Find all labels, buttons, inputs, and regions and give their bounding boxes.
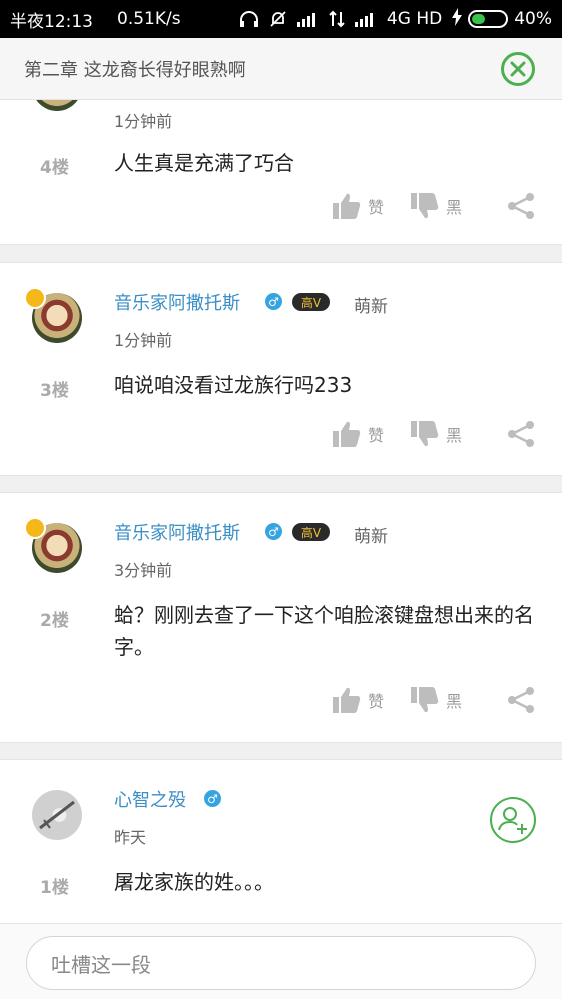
male-icon: ♂ bbox=[265, 523, 282, 540]
share-icon bbox=[508, 687, 534, 713]
add-user-icon bbox=[490, 797, 536, 843]
follow-button[interactable] bbox=[489, 796, 537, 844]
avatar[interactable] bbox=[32, 790, 82, 840]
dislike-label: 黑 bbox=[446, 198, 463, 217]
dislike-label: 黑 bbox=[446, 426, 463, 445]
thumbs-down-icon bbox=[411, 421, 439, 447]
share-icon bbox=[508, 421, 534, 447]
like-label: 赞 bbox=[368, 692, 385, 711]
status-time: 半夜12:13 bbox=[10, 11, 93, 32]
close-button[interactable] bbox=[500, 51, 536, 87]
comment-bar: 吐槽这一段 bbox=[0, 923, 562, 999]
floor-number: 4楼 bbox=[40, 158, 69, 178]
username[interactable]: 音乐家阿撒托斯 bbox=[114, 519, 240, 545]
share-button[interactable] bbox=[506, 686, 536, 718]
battery-percent: 40% bbox=[514, 9, 552, 29]
dislike-button[interactable]: 黑 bbox=[410, 686, 462, 714]
comment-card: 心智之殁 ♂ 昨天 1楼 屠龙家族的姓。。。 bbox=[0, 759, 562, 923]
male-icon: ♂ bbox=[265, 293, 282, 310]
thumbs-down-icon bbox=[411, 193, 439, 219]
floor-number: 1楼 bbox=[40, 878, 69, 898]
dislike-button[interactable]: 黑 bbox=[410, 192, 462, 220]
comment-time: 1分钟前 bbox=[114, 331, 173, 350]
comment-card: 音乐家阿撒托斯 ♂ 高V 萌新 1分钟前 3楼 咱说咱没看过龙族行吗233 赞 … bbox=[0, 262, 562, 476]
comment-card: 1分钟前 4楼 人生真是充满了巧合 赞 黑 bbox=[0, 100, 562, 245]
comment-card: 音乐家阿撒托斯 ♂ 高V 萌新 3分钟前 2楼 蛤？刚刚去查了一下这个咱脸滚键盘… bbox=[0, 492, 562, 743]
share-button[interactable] bbox=[506, 192, 536, 224]
crown-icon bbox=[24, 517, 46, 539]
headphones-icon bbox=[239, 10, 259, 28]
crown-icon bbox=[24, 287, 46, 309]
battery: 40% bbox=[452, 7, 552, 31]
comment-text: 蛤？刚刚去查了一下这个咱脸滚键盘想出来的名字。 bbox=[114, 603, 534, 659]
vip-badge: 高V bbox=[292, 523, 330, 541]
mute-bell-icon bbox=[269, 10, 287, 28]
chapter-title: 第二章 这龙裔长得好眼熟啊 bbox=[24, 59, 246, 81]
user-level: 萌新 bbox=[354, 527, 388, 547]
comment-text: 咱说咱没看过龙族行吗233 bbox=[114, 373, 353, 397]
thumbs-up-icon bbox=[333, 193, 361, 219]
dislike-button[interactable]: 黑 bbox=[410, 420, 462, 448]
title-bar: 第二章 这龙裔长得好眼熟啊 bbox=[0, 38, 562, 100]
vip-badge: 高V bbox=[292, 293, 330, 311]
like-button[interactable]: 赞 bbox=[332, 686, 384, 714]
signal-icon bbox=[296, 11, 319, 27]
floor-number: 2楼 bbox=[40, 611, 69, 631]
like-label: 赞 bbox=[368, 198, 385, 217]
network-type: 4G HD bbox=[386, 9, 443, 29]
floor-number: 3楼 bbox=[40, 381, 69, 401]
like-label: 赞 bbox=[368, 426, 385, 445]
close-icon bbox=[501, 52, 535, 86]
comment-time: 1分钟前 bbox=[114, 112, 173, 131]
avatar[interactable] bbox=[32, 100, 82, 111]
user-level: 萌新 bbox=[354, 297, 388, 317]
comment-feed[interactable]: 1分钟前 4楼 人生真是充满了巧合 赞 黑 音乐家阿撒托斯 ♂ 高V 萌新 1分… bbox=[0, 100, 562, 923]
like-button[interactable]: 赞 bbox=[332, 420, 384, 448]
dislike-label: 黑 bbox=[446, 692, 463, 711]
thumbs-up-icon bbox=[333, 421, 361, 447]
data-transfer-icon bbox=[329, 10, 345, 28]
battery-icon bbox=[468, 10, 509, 28]
comment-time: 昨天 bbox=[114, 828, 147, 847]
network-speed: 0.51K/s bbox=[117, 9, 181, 29]
username[interactable]: 心智之殁 bbox=[114, 786, 186, 812]
comment-text: 屠龙家族的姓。。。 bbox=[114, 870, 274, 894]
share-button[interactable] bbox=[506, 420, 536, 452]
like-button[interactable]: 赞 bbox=[332, 192, 384, 220]
username[interactable]: 音乐家阿撒托斯 bbox=[114, 289, 240, 315]
sword-icon bbox=[39, 800, 75, 830]
comment-time: 3分钟前 bbox=[114, 561, 173, 580]
charging-icon bbox=[452, 7, 463, 31]
status-bar: 半夜12:13 0.51K/s 4G HD 40% bbox=[0, 0, 562, 38]
thumbs-down-icon bbox=[411, 687, 439, 713]
share-icon bbox=[508, 193, 534, 219]
comment-text: 人生真是充满了巧合 bbox=[114, 151, 294, 175]
comment-input[interactable]: 吐槽这一段 bbox=[26, 936, 536, 990]
signal-icon-2 bbox=[354, 11, 377, 27]
male-icon: ♂ bbox=[204, 790, 221, 807]
thumbs-up-icon bbox=[333, 687, 361, 713]
